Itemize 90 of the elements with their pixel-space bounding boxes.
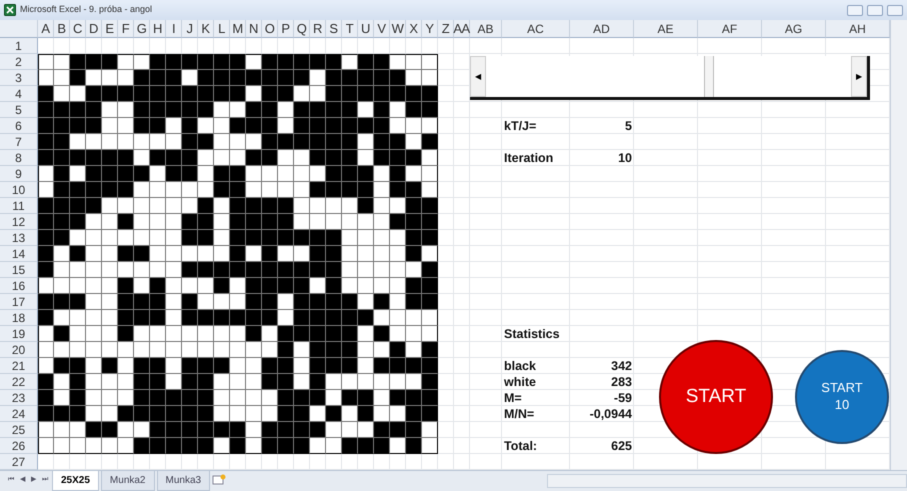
column-header[interactable]: AC	[502, 20, 570, 38]
column-header[interactable]: A	[38, 20, 54, 38]
sheet-tab[interactable]: Munka3	[156, 471, 210, 491]
row-header[interactable]: 3	[0, 70, 38, 86]
scrollbar-control[interactable]: ◀ ▶	[470, 56, 870, 100]
window-title: Microsoft Excel - 9. próba - angol	[20, 3, 152, 16]
column-header[interactable]: E	[102, 20, 118, 38]
column-header[interactable]: AD	[570, 20, 634, 38]
row-header[interactable]: 10	[0, 182, 38, 198]
column-header[interactable]: V	[374, 20, 390, 38]
sheet-tab[interactable]: Munka2	[100, 471, 154, 491]
parameter-value: 5	[624, 118, 633, 134]
row-header[interactable]: 19	[0, 326, 38, 342]
parameter-label: kT/J=	[503, 118, 538, 134]
row-header[interactable]: 9	[0, 166, 38, 182]
row-header[interactable]: 18	[0, 310, 38, 326]
total-value: 625	[610, 438, 633, 454]
start-button[interactable]: START 10	[795, 350, 889, 444]
row-header[interactable]: 14	[0, 246, 38, 262]
statistic-value: -0,0944	[588, 406, 633, 422]
section-title: Statistics	[503, 326, 561, 342]
row-header[interactable]: 16	[0, 278, 38, 294]
statistic-value: 342	[610, 358, 633, 374]
column-header[interactable]: L	[214, 20, 230, 38]
left-arrow-button[interactable]: ◀	[470, 56, 486, 97]
column-header[interactable]: M	[230, 20, 246, 38]
column-header[interactable]: X	[406, 20, 422, 38]
statistic-label: white	[503, 374, 537, 390]
row-header[interactable]: 27	[0, 454, 38, 470]
row-header[interactable]: 5	[0, 102, 38, 118]
statistic-value: 283	[610, 374, 633, 390]
row-header[interactable]: 17	[0, 294, 38, 310]
total-label: Total:	[503, 438, 538, 454]
row-header[interactable]: 15	[0, 262, 38, 278]
parameter-value: 10	[617, 150, 633, 166]
column-header[interactable]: Q	[294, 20, 310, 38]
statistic-label: M/N=	[503, 406, 536, 422]
statistic-value: -59	[612, 390, 633, 406]
column-header[interactable]: AB	[470, 20, 502, 38]
column-header[interactable]: H	[150, 20, 166, 38]
column-header[interactable]: U	[358, 20, 374, 38]
row-header[interactable]: 26	[0, 438, 38, 454]
row-header[interactable]: 2	[0, 54, 38, 70]
start-button[interactable]: START	[659, 340, 773, 454]
insert-sheet-icon[interactable]	[212, 474, 226, 485]
row-header[interactable]: 24	[0, 406, 38, 422]
column-header[interactable]: P	[278, 20, 294, 38]
column-header[interactable]: D	[86, 20, 102, 38]
row-header[interactable]: 1	[0, 38, 38, 54]
column-header[interactable]: T	[342, 20, 358, 38]
statistic-label: M=	[503, 390, 523, 406]
column-header[interactable]: G	[134, 20, 150, 38]
column-header[interactable]: W	[390, 20, 406, 38]
row-header[interactable]: 13	[0, 230, 38, 246]
column-header[interactable]: F	[118, 20, 134, 38]
row-header[interactable]: 21	[0, 358, 38, 374]
row-header[interactable]: 11	[0, 198, 38, 214]
column-header[interactable]: R	[310, 20, 326, 38]
row-header[interactable]: 12	[0, 214, 38, 230]
column-header[interactable]: O	[262, 20, 278, 38]
column-header[interactable]: B	[54, 20, 70, 38]
parameter-label: Iteration	[503, 150, 554, 166]
column-header[interactable]: I	[166, 20, 182, 38]
column-header[interactable]: Z	[438, 20, 454, 38]
row-header[interactable]: 6	[0, 118, 38, 134]
scrollbar-thumb[interactable]	[704, 56, 714, 97]
excel-icon	[4, 4, 16, 16]
vertical-scrollbar[interactable]	[890, 20, 907, 470]
sheet-tab[interactable]: 25X25	[52, 471, 99, 491]
column-header[interactable]: AG	[762, 20, 826, 38]
column-header[interactable]: AH	[826, 20, 890, 38]
right-arrow-button[interactable]: ▶	[851, 56, 867, 97]
row-header[interactable]: 4	[0, 86, 38, 102]
column-header[interactable]: Y	[422, 20, 438, 38]
row-header[interactable]: 20	[0, 342, 38, 358]
column-header[interactable]: J	[182, 20, 198, 38]
column-header[interactable]: C	[70, 20, 86, 38]
row-header[interactable]: 23	[0, 390, 38, 406]
row-header[interactable]: 7	[0, 134, 38, 150]
column-header[interactable]: AA	[454, 20, 470, 38]
row-header[interactable]: 22	[0, 374, 38, 390]
row-header[interactable]: 25	[0, 422, 38, 438]
column-header[interactable]: S	[326, 20, 342, 38]
row-header[interactable]: 8	[0, 150, 38, 166]
column-header[interactable]: K	[198, 20, 214, 38]
statistic-label: black	[503, 358, 537, 374]
horizontal-scrollbar[interactable]	[547, 474, 907, 488]
column-header[interactable]: AE	[634, 20, 698, 38]
column-header[interactable]: N	[246, 20, 262, 38]
column-header[interactable]: AF	[698, 20, 762, 38]
